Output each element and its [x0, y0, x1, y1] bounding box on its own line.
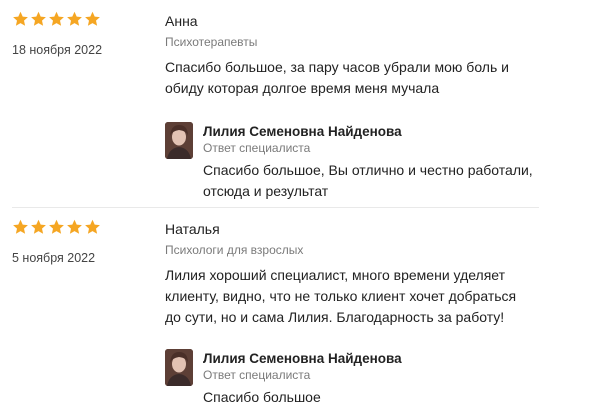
star-icon [48, 219, 65, 236]
review-date: 18 ноября 2022 [12, 43, 103, 57]
specialist-name[interactable]: Лилия Семеновна Найденова [203, 124, 583, 140]
rating-stars [12, 219, 152, 239]
review-author: Наталья [165, 221, 220, 237]
review-card: 18 ноября 2022 Анна Психотерапевты Спаси… [0, 0, 597, 207]
rating-stars [12, 11, 152, 31]
star-icon [12, 219, 29, 236]
star-icon [12, 11, 29, 28]
review-category: Психологи для взрослых [165, 243, 304, 257]
specialist-avatar[interactable] [165, 349, 193, 386]
review-card: 5 ноября 2022 Наталья Психологи для взро… [0, 208, 597, 415]
star-icon [30, 11, 47, 28]
star-icon [66, 219, 83, 236]
review-meta: 5 ноября 2022 [12, 219, 152, 265]
star-icon [30, 219, 47, 236]
star-icon [66, 11, 83, 28]
review-content: Наталья Психологи для взрослых Лилия хор… [165, 221, 585, 328]
review-author: Анна [165, 13, 198, 29]
review-text: Спасибо большое, за пару часов убрали мо… [165, 59, 509, 96]
specialist-avatar[interactable] [165, 122, 193, 159]
answer-text: Спасибо большое [203, 389, 321, 405]
avatar-portrait-icon [165, 122, 193, 159]
specialist-role: Ответ специалиста [203, 368, 311, 382]
specialist-role: Ответ специалиста [203, 141, 311, 155]
review-content: Анна Психотерапевты Спасибо большое, за … [165, 13, 585, 99]
review-text: Лилия хороший специалист, много времени … [165, 267, 517, 325]
answer-body: Лилия Семеновна Найденова Ответ специали… [203, 124, 583, 202]
answer-body: Лилия Семеновна Найденова Ответ специали… [203, 351, 583, 408]
review-date: 5 ноября 2022 [12, 251, 96, 265]
review-meta: 18 ноября 2022 [12, 11, 152, 57]
avatar-portrait-icon [165, 349, 193, 386]
review-category: Психотерапевты [165, 35, 258, 49]
specialist-name[interactable]: Лилия Семеновна Найденова [203, 351, 583, 367]
answer-text: Спасибо большое, Вы отлично и честно раб… [203, 162, 533, 199]
star-icon [84, 11, 101, 28]
star-icon [84, 219, 101, 236]
star-icon [48, 11, 65, 28]
